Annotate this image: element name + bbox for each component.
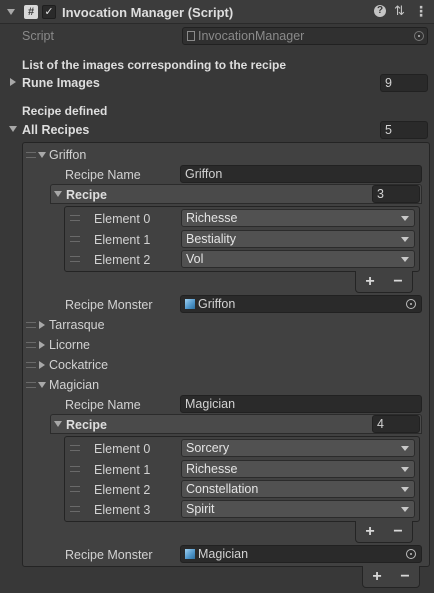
recipes-section-header: Recipe defined bbox=[22, 104, 108, 118]
drag-handle[interactable] bbox=[70, 236, 80, 242]
recipe-array-label: Recipe bbox=[66, 418, 107, 432]
recipe-monster-field[interactable]: Griffon bbox=[180, 295, 422, 313]
drag-handle[interactable] bbox=[70, 506, 80, 512]
element-dropdown-value: Richesse bbox=[186, 462, 238, 476]
recipe-name-field[interactable]: Griffon bbox=[180, 165, 422, 183]
recipe-array-count[interactable]: 3 bbox=[372, 185, 420, 203]
chevron-down-icon bbox=[401, 237, 409, 242]
chevron-down-icon bbox=[401, 257, 409, 262]
all-recipes-count[interactable]: 5 bbox=[380, 121, 428, 139]
all-recipes-foldout[interactable] bbox=[9, 126, 17, 132]
script-field: InvocationManager bbox=[182, 27, 428, 45]
recipe-array-foldout[interactable] bbox=[54, 191, 62, 197]
element-label: Element 2 bbox=[94, 253, 151, 267]
component-foldout-arrow[interactable] bbox=[7, 9, 15, 15]
recipe-monster-label: Recipe Monster bbox=[65, 298, 153, 312]
recipe-item-name[interactable]: Tarrasque bbox=[49, 318, 105, 332]
prefab-cube-icon bbox=[185, 299, 195, 309]
menu-icon[interactable]: ⋮ bbox=[414, 3, 428, 20]
recipe-array-count[interactable]: 4 bbox=[372, 415, 420, 433]
remove-element-button[interactable]: − bbox=[393, 523, 402, 541]
element-dropdown-value: Constellation bbox=[186, 482, 259, 496]
drag-handle[interactable] bbox=[26, 152, 36, 158]
chevron-down-icon bbox=[401, 446, 409, 451]
add-element-button[interactable]: + bbox=[365, 273, 374, 291]
chevron-down-icon bbox=[401, 467, 409, 472]
recipe-foldout-griffon[interactable] bbox=[38, 152, 46, 158]
all-recipes-label: All Recipes bbox=[22, 123, 90, 137]
recipe-foldout-tarrasque[interactable] bbox=[39, 321, 45, 329]
element-label: Element 2 bbox=[94, 483, 151, 497]
rune-images-foldout[interactable] bbox=[10, 78, 16, 86]
element-dropdown[interactable]: Constellation bbox=[181, 480, 415, 498]
recipe-foldout-magician[interactable] bbox=[38, 382, 46, 388]
recipe-array-foldout[interactable] bbox=[54, 421, 62, 427]
recipe-item-name[interactable]: Magician bbox=[49, 378, 99, 392]
drag-handle[interactable] bbox=[70, 486, 80, 492]
add-recipe-button[interactable]: + bbox=[372, 568, 381, 586]
drag-handle[interactable] bbox=[26, 342, 36, 348]
presets-icon[interactable]: ⇅ bbox=[394, 3, 405, 19]
element-dropdown[interactable]: Sorcery bbox=[181, 439, 415, 457]
drag-handle[interactable] bbox=[26, 382, 36, 388]
help-icon[interactable]: ? bbox=[374, 5, 386, 17]
recipe-foldout-licorne[interactable] bbox=[39, 341, 45, 349]
element-label: Element 0 bbox=[94, 212, 151, 226]
drag-handle[interactable] bbox=[26, 322, 36, 328]
recipe-add-remove-bar: + − bbox=[355, 521, 413, 543]
recipe-name-label: Recipe Name bbox=[65, 398, 141, 412]
element-dropdown[interactable]: Richesse bbox=[181, 460, 415, 478]
recipe-item-name[interactable]: Griffon bbox=[49, 148, 86, 162]
element-label: Element 3 bbox=[94, 503, 151, 517]
recipe-monster-label: Recipe Monster bbox=[65, 548, 153, 562]
recipe-item-name[interactable]: Licorne bbox=[49, 338, 90, 352]
object-picker-icon[interactable] bbox=[406, 549, 416, 559]
script-picker-icon[interactable] bbox=[414, 31, 424, 41]
recipe-foldout-cockatrice[interactable] bbox=[39, 361, 45, 369]
add-element-button[interactable]: + bbox=[365, 523, 374, 541]
recipe-array-label: Recipe bbox=[66, 188, 107, 202]
rune-images-label: Rune Images bbox=[22, 76, 100, 90]
object-picker-icon[interactable] bbox=[406, 299, 416, 309]
recipe-name-field[interactable]: Magician bbox=[180, 395, 422, 413]
recipe-item-name[interactable]: Cockatrice bbox=[49, 358, 108, 372]
element-dropdown-value: Spirit bbox=[186, 502, 215, 516]
script-label: Script bbox=[22, 29, 54, 43]
script-hash-icon: # bbox=[24, 5, 38, 19]
element-dropdown[interactable]: Spirit bbox=[181, 500, 415, 518]
chevron-down-icon bbox=[401, 487, 409, 492]
script-field-value: InvocationManager bbox=[198, 29, 305, 43]
recipe-name-label: Recipe Name bbox=[65, 168, 141, 182]
remove-element-button[interactable]: − bbox=[393, 273, 402, 291]
script-file-icon bbox=[187, 31, 195, 41]
drag-handle[interactable] bbox=[26, 362, 36, 368]
element-label: Element 1 bbox=[94, 463, 151, 477]
element-dropdown[interactable]: Richesse bbox=[181, 209, 415, 227]
rune-section-header: List of the images corresponding to the … bbox=[22, 58, 287, 72]
recipe-monster-value: Magician bbox=[198, 547, 249, 561]
element-dropdown[interactable]: Bestiality bbox=[181, 230, 415, 248]
chevron-down-icon bbox=[401, 216, 409, 221]
remove-recipe-button[interactable]: − bbox=[400, 568, 409, 586]
chevron-down-icon bbox=[401, 507, 409, 512]
prefab-cube-icon bbox=[185, 549, 195, 559]
drag-handle[interactable] bbox=[70, 256, 80, 262]
recipe-add-remove-bar: + − bbox=[355, 271, 413, 293]
drag-handle[interactable] bbox=[70, 466, 80, 472]
drag-handle[interactable] bbox=[70, 215, 80, 221]
element-dropdown-value: Bestiality bbox=[186, 232, 237, 246]
rune-images-count[interactable]: 9 bbox=[380, 74, 428, 92]
component-title: Invocation Manager (Script) bbox=[62, 5, 234, 20]
element-label: Element 0 bbox=[94, 442, 151, 456]
element-dropdown-value: Richesse bbox=[186, 211, 238, 225]
recipe-monster-field[interactable]: Magician bbox=[180, 545, 422, 563]
element-dropdown[interactable]: Vol bbox=[181, 250, 415, 268]
element-label: Element 1 bbox=[94, 233, 151, 247]
all-recipes-add-remove-bar: + − bbox=[362, 566, 420, 588]
enabled-checkbox[interactable]: ✓ bbox=[42, 5, 56, 19]
element-dropdown-value: Vol bbox=[186, 252, 204, 266]
element-dropdown-value: Sorcery bbox=[186, 441, 230, 455]
recipe-monster-value: Griffon bbox=[198, 297, 236, 311]
drag-handle[interactable] bbox=[70, 445, 80, 451]
